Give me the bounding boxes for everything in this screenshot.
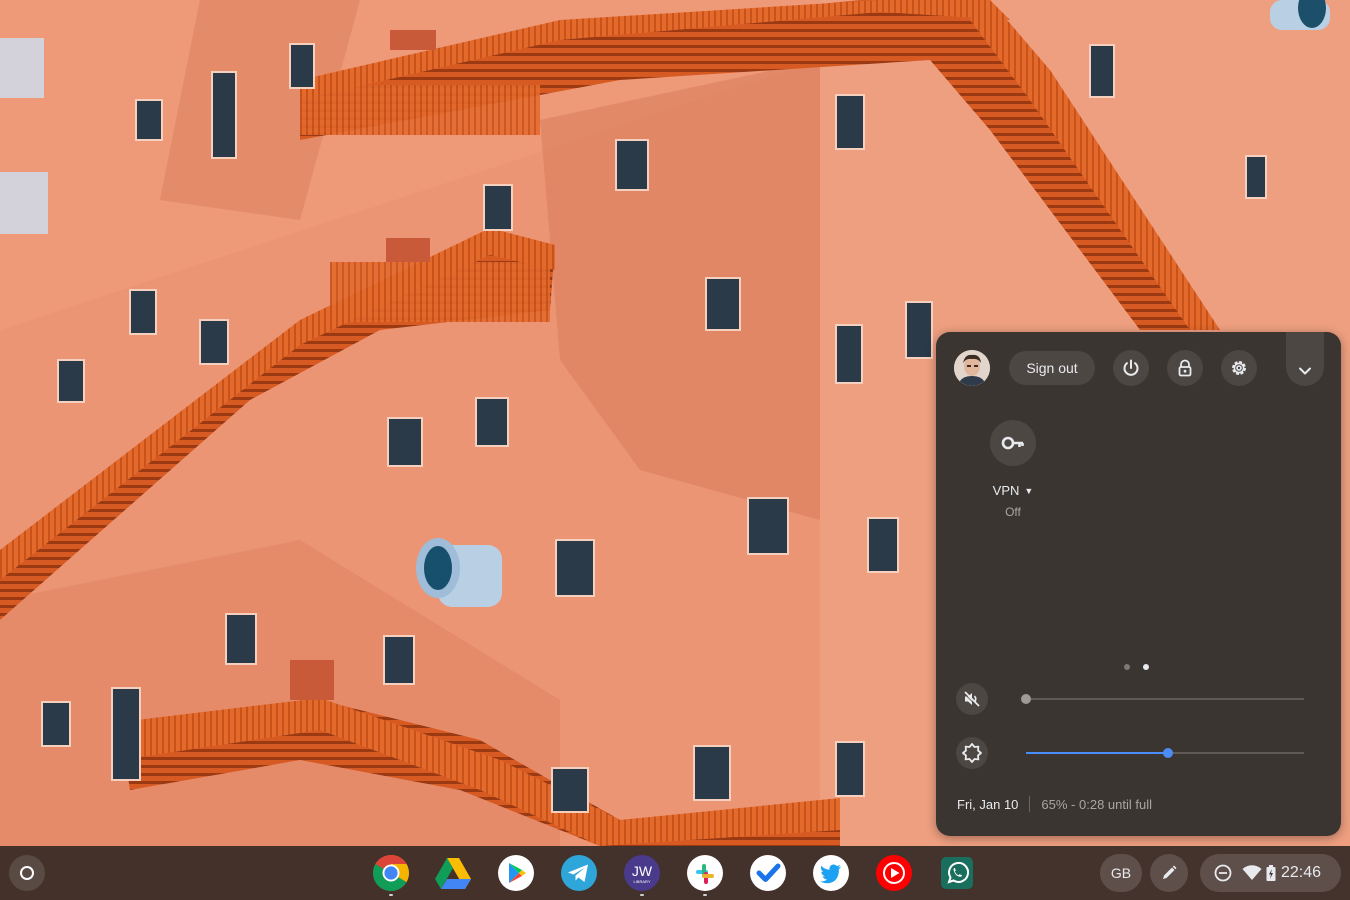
lock-icon	[1178, 359, 1192, 377]
sign-out-button[interactable]: Sign out	[1009, 351, 1095, 385]
running-indicator	[703, 894, 707, 896]
vpn-tile[interactable]: VPN ▼ Off	[984, 420, 1042, 519]
collapse-button[interactable]	[1286, 332, 1324, 386]
stylus-tools-button[interactable]	[1150, 854, 1188, 892]
lock-button[interactable]	[1167, 350, 1203, 386]
brightness-slider-row	[956, 737, 1324, 771]
shelf-app-youtube-music[interactable]	[875, 854, 913, 892]
brightness-button[interactable]	[956, 737, 988, 769]
quick-settings-footer: Fri, Jan 10 65% - 0:28 until full	[957, 796, 1152, 812]
shelf-app-whatsapp[interactable]	[938, 854, 976, 892]
shelf-app-drive[interactable]	[434, 854, 472, 892]
volume-muted-icon	[963, 691, 980, 708]
battery-status: 65% - 0:28 until full	[1041, 796, 1152, 812]
shelf: JW LIBRARY GB 22:46	[0, 846, 1350, 900]
shelf-app-play-store[interactable]	[497, 854, 535, 892]
footer-divider	[1029, 796, 1031, 812]
tasks-icon	[750, 855, 786, 891]
slack-icon	[687, 855, 723, 891]
brightness-slider-fill	[1026, 752, 1168, 754]
battery-charging-icon	[1266, 865, 1276, 881]
brightness-slider-thumb[interactable]	[1162, 748, 1173, 758]
vpn-label[interactable]: VPN ▼	[984, 483, 1042, 498]
power-icon	[1123, 359, 1139, 376]
wifi-icon	[1242, 865, 1262, 880]
play-store-icon	[498, 855, 534, 891]
shelf-app-chrome[interactable]	[372, 854, 410, 896]
shelf-app-slack[interactable]	[686, 854, 724, 896]
ime-button[interactable]: GB	[1100, 854, 1142, 892]
launcher-icon	[20, 866, 34, 880]
settings-icon	[1232, 361, 1246, 375]
launcher-button[interactable]	[9, 855, 45, 891]
date-label[interactable]: Fri, Jan 10	[957, 797, 1018, 812]
drive-icon	[435, 858, 471, 889]
jw-library-logo-text: JW	[632, 863, 653, 879]
page-dot-2[interactable]	[1143, 664, 1149, 670]
status-area-button[interactable]: 22:46	[1200, 854, 1341, 892]
settings-button[interactable]	[1221, 350, 1257, 386]
stylus-pen-icon	[1163, 865, 1177, 879]
twitter-icon	[813, 855, 849, 891]
vpn-status: Off	[1005, 505, 1021, 519]
quick-settings-header: Sign out	[936, 332, 1341, 404]
volume-slider-row	[956, 683, 1324, 717]
jw-library-logo-subtext: LIBRARY	[633, 879, 650, 884]
vpn-toggle-button[interactable]	[990, 420, 1036, 466]
shelf-app-twitter[interactable]	[812, 854, 850, 892]
telegram-icon	[561, 855, 597, 891]
youtube-music-icon	[876, 855, 912, 891]
volume-slider[interactable]	[1021, 694, 1304, 704]
avatar-photo	[954, 350, 990, 386]
volume-slider-thumb[interactable]	[1021, 694, 1031, 704]
do-not-disturb-icon	[1214, 864, 1232, 882]
chrome-icon	[373, 855, 409, 892]
dropdown-caret-icon: ▼	[1024, 486, 1034, 496]
power-button[interactable]	[1113, 350, 1149, 386]
page-dot-1[interactable]	[1124, 664, 1130, 670]
whatsapp-icon	[941, 857, 973, 889]
running-indicator	[389, 894, 393, 896]
jw-library-icon: JW LIBRARY	[624, 855, 660, 891]
brightness-slider[interactable]	[1026, 748, 1304, 758]
shelf-app-tasks[interactable]	[749, 854, 787, 892]
page-indicator	[1124, 664, 1149, 670]
clock-time: 22:46	[1281, 864, 1322, 881]
user-avatar[interactable]	[954, 350, 990, 386]
chevron-down-icon	[1299, 367, 1311, 375]
vpn-key-icon	[1001, 436, 1024, 450]
brightness-icon	[962, 743, 982, 763]
shelf-app-telegram[interactable]	[560, 854, 598, 892]
vpn-label-text: VPN	[992, 483, 1020, 498]
shelf-app-jw-library[interactable]: JW LIBRARY	[623, 854, 661, 896]
quick-settings-panel: Sign out VPN ▼ Off Fri, Jan 10 65% - 0:2…	[936, 332, 1341, 836]
volume-mute-button[interactable]	[956, 683, 988, 715]
running-indicator	[640, 894, 644, 896]
